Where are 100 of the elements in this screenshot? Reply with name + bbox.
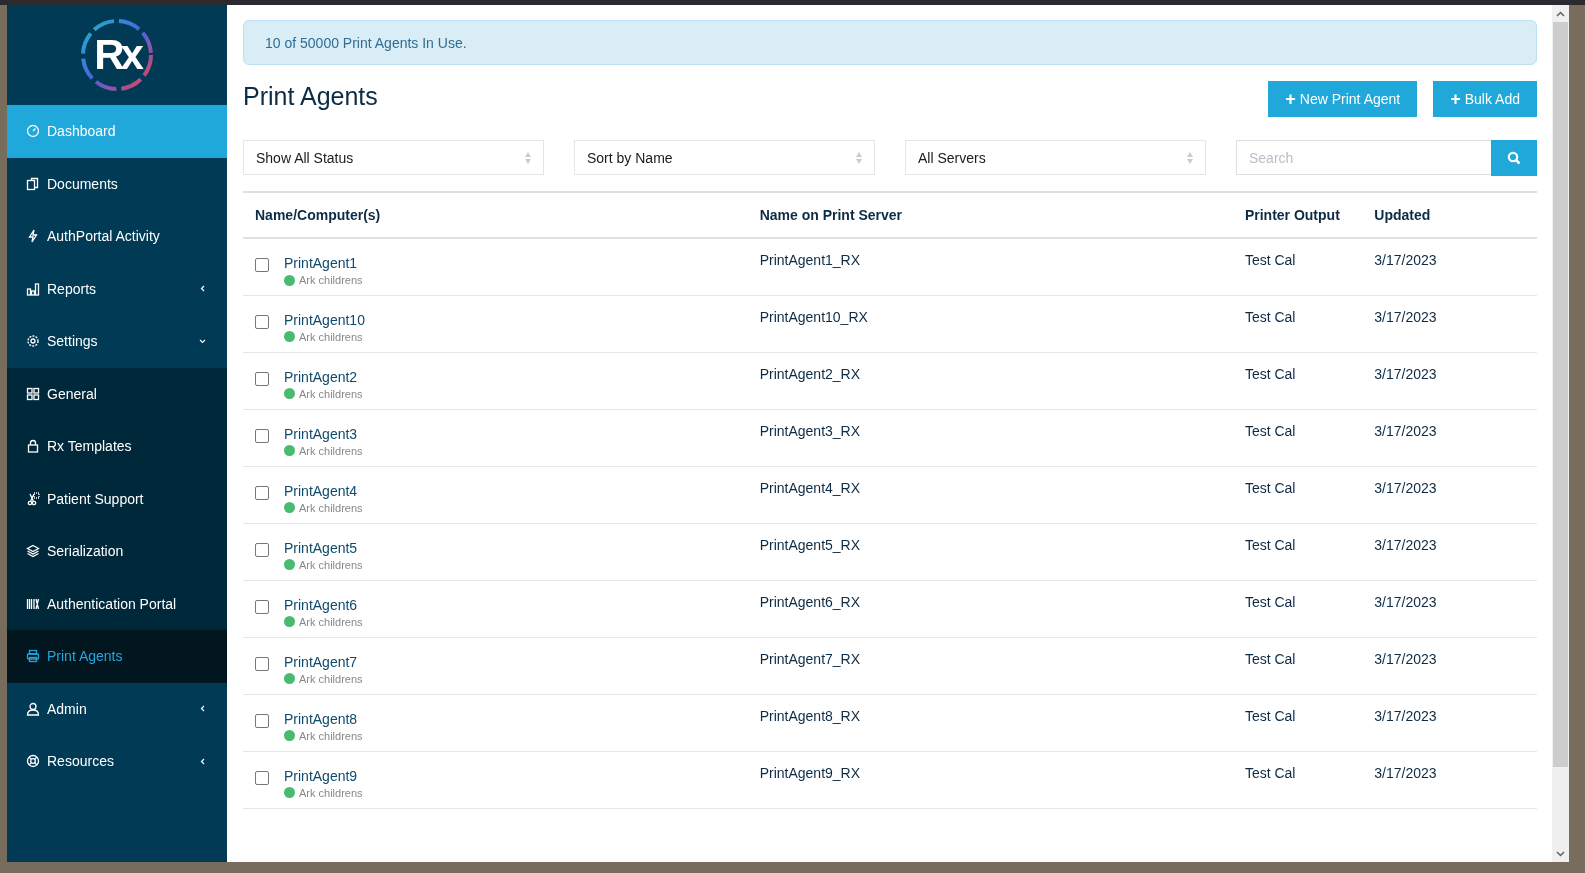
sidebar-item[interactable]: AuthPortal Activity — [7, 210, 227, 263]
table-cell: PrintAgent5_RX — [747, 523, 1233, 580]
filter-dropdown[interactable]: Show All Status — [243, 140, 544, 175]
computer-name: Ark childrens — [299, 387, 363, 400]
sidebar-item[interactable]: Reports — [7, 262, 227, 315]
table-cell: PrintAgent8_RX — [747, 694, 1233, 751]
table-cell: 3/17/2023 — [1362, 238, 1537, 295]
filter-dropdown[interactable]: Sort by Name — [574, 140, 875, 175]
table-cell: Test Cal — [1232, 295, 1363, 352]
row-checkbox[interactable] — [255, 770, 269, 785]
sidebar-item[interactable]: Documents — [7, 157, 227, 210]
table-cell: PrintAgent10_RX — [747, 295, 1233, 352]
gauge-icon — [26, 124, 40, 139]
table-cell: PrintAgent7_RX — [747, 637, 1233, 694]
sidebar-item[interactable]: General — [7, 367, 227, 420]
sidebar-item[interactable]: Admin — [7, 682, 227, 735]
agent-name-link[interactable]: PrintAgent10 — [284, 311, 365, 328]
sort-arrows-icon — [855, 150, 863, 165]
table-cell: 3/17/2023 — [1362, 295, 1537, 352]
column-header: Name/Computer(s) — [243, 192, 748, 238]
documents-icon — [26, 176, 40, 191]
table-cell: 3/17/2023 — [1362, 523, 1537, 580]
computer-name: Ark childrens — [299, 558, 363, 571]
row-checkbox[interactable] — [255, 713, 269, 728]
sidebar-item[interactable]: Patient Support — [7, 472, 227, 525]
row-checkbox[interactable] — [255, 542, 269, 557]
table-cell: 3/17/2023 — [1362, 352, 1537, 409]
sidebar-item[interactable]: Print Agents — [7, 630, 227, 683]
agent-name-link[interactable]: PrintAgent3 — [284, 425, 363, 442]
agent-name-link[interactable]: PrintAgent8 — [284, 710, 363, 727]
printer-icon — [26, 649, 40, 664]
table-cell: 3/17/2023 — [1362, 637, 1537, 694]
layers-icon — [26, 544, 40, 559]
computer-name: Ark childrens — [299, 444, 363, 457]
search-button[interactable] — [1491, 140, 1537, 176]
filter-dropdown[interactable]: All Servers — [905, 140, 1206, 175]
barcode-icon — [26, 596, 40, 611]
grid-icon — [26, 386, 40, 401]
table-cell: Test Cal — [1232, 580, 1363, 637]
table-cell: PrintAgent3_RX — [747, 409, 1233, 466]
table-cell: PrintAgent1_RX — [747, 238, 1233, 295]
row-checkbox[interactable] — [255, 599, 269, 614]
table-cell: PrintAgent9_RX — [747, 751, 1233, 808]
table-cell: Test Cal — [1232, 238, 1363, 295]
page-title: Print Agents — [243, 82, 378, 111]
scrollbar-thumb[interactable] — [1553, 22, 1568, 767]
table-cell: Test Cal — [1232, 466, 1363, 523]
column-header: Name on Print Server — [747, 192, 1233, 238]
computer-name: Ark childrens — [299, 672, 363, 685]
table-cell: Test Cal — [1232, 637, 1363, 694]
settings-icon — [26, 334, 40, 349]
sort-arrows-icon — [524, 150, 532, 165]
table-cell: Test Cal — [1232, 523, 1363, 580]
lightning-icon — [26, 229, 40, 244]
search-icon — [1507, 151, 1521, 165]
agent-name-link[interactable]: PrintAgent9 — [284, 767, 363, 784]
sidebar-item[interactable]: Rx Templates — [7, 420, 227, 473]
table-cell: 3/17/2023 — [1362, 580, 1537, 637]
column-header: Printer Output — [1232, 192, 1363, 238]
sidebar-item[interactable]: Authentication Portal — [7, 577, 227, 630]
agent-name-link[interactable]: PrintAgent1 — [284, 255, 363, 271]
computer-name: Ark childrens — [299, 274, 363, 286]
table-cell: PrintAgent2_RX — [747, 352, 1233, 409]
sidebar-item[interactable]: Resources — [7, 735, 227, 788]
row-checkbox[interactable] — [255, 485, 269, 500]
computer-name: Ark childrens — [299, 729, 363, 742]
table-cell: 3/17/2023 — [1362, 694, 1537, 751]
row-checkbox[interactable] — [255, 258, 269, 272]
computer-name: Ark childrens — [299, 786, 363, 799]
lock-icon — [26, 439, 40, 454]
table-cell: 3/17/2023 — [1362, 751, 1537, 808]
row-checkbox[interactable] — [255, 656, 269, 671]
sort-arrows-icon — [1186, 150, 1194, 165]
table-cell: Test Cal — [1232, 751, 1363, 808]
sidebar-item[interactable]: Settings — [7, 315, 227, 368]
agent-name-link[interactable]: PrintAgent6 — [284, 596, 363, 613]
bar-chart-icon — [26, 281, 40, 296]
sidebar-item[interactable]: Serialization — [7, 525, 227, 578]
scissors-icon — [26, 491, 40, 506]
computer-name: Ark childrens — [299, 501, 363, 514]
agent-name-link[interactable]: PrintAgent2 — [284, 368, 363, 385]
computer-name: Ark childrens — [299, 615, 363, 628]
table-cell: PrintAgent4_RX — [747, 466, 1233, 523]
table-cell: 3/17/2023 — [1362, 409, 1537, 466]
agent-name-link[interactable]: PrintAgent4 — [284, 482, 363, 499]
user-icon — [26, 701, 40, 716]
row-checkbox[interactable] — [255, 428, 269, 443]
usage-alert: 10 of 50000 Print Agents In Use. — [243, 20, 1537, 65]
agent-name-link[interactable]: PrintAgent7 — [284, 653, 363, 670]
chevron-down-icon — [197, 338, 207, 344]
lifebuoy-icon — [26, 754, 40, 769]
table-cell: PrintAgent6_RX — [747, 580, 1233, 637]
table-cell: Test Cal — [1232, 409, 1363, 466]
column-header: Updated — [1362, 192, 1537, 238]
agent-name-link[interactable]: PrintAgent5 — [284, 539, 363, 556]
search-field[interactable]: Search — [1236, 140, 1491, 175]
row-checkbox[interactable] — [255, 371, 269, 386]
row-checkbox[interactable] — [255, 314, 269, 329]
logo-text: Rx — [94, 31, 140, 79]
table-cell: 3/17/2023 — [1362, 466, 1537, 523]
